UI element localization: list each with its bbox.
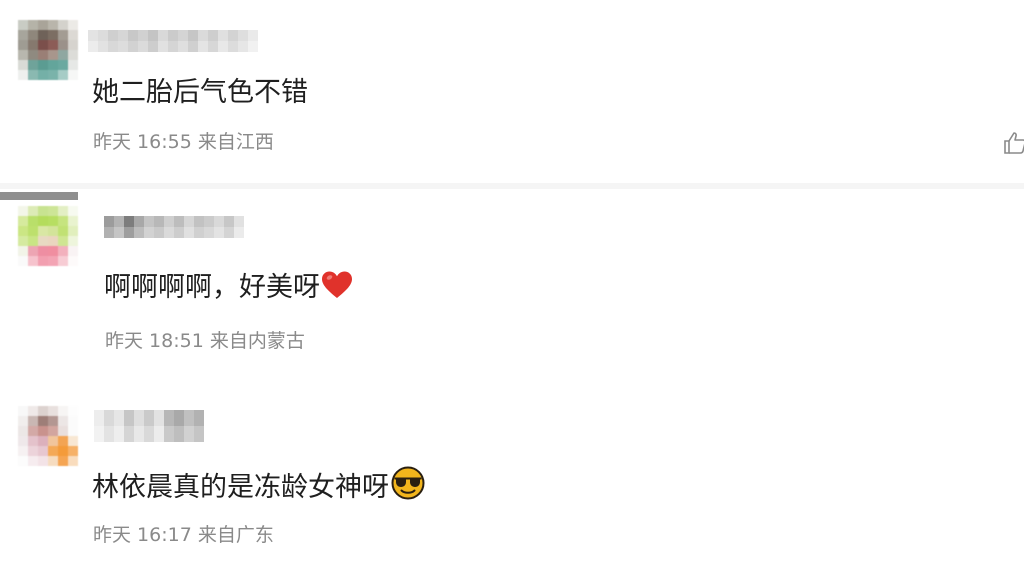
- comment-time: 昨天 16:17: [93, 524, 192, 546]
- comment-location: 来自内蒙古: [209, 330, 305, 352]
- comment-location: 来自江西: [197, 131, 274, 153]
- comment-location: 来自广东: [197, 524, 274, 546]
- comment-meta: 昨天 18:51 来自内蒙古: [105, 329, 305, 353]
- comment-text-content: 她二胎后气色不错: [92, 77, 308, 108]
- sunglasses-emoji: [390, 466, 426, 509]
- thumbs-up-icon[interactable]: [1002, 130, 1024, 156]
- avatar[interactable]: [18, 20, 78, 80]
- avatar[interactable]: [18, 206, 78, 266]
- comment-text: 她二胎后气色不错: [92, 76, 308, 110]
- comment-meta: 昨天 16:55 来自江西: [93, 130, 274, 154]
- avatar[interactable]: [18, 406, 84, 472]
- comment-time: 昨天 18:51: [105, 330, 204, 352]
- divider-indicator: [0, 192, 78, 200]
- comment-list: 她二胎后气色不错 昨天 16:55 来自江西 啊啊啊啊，好美呀 昨天 18:51…: [0, 0, 1024, 576]
- heart-emoji: [321, 270, 353, 309]
- comment-meta: 昨天 16:17 来自广东: [93, 523, 274, 547]
- comment-time: 昨天 16:55: [93, 131, 192, 153]
- section-divider: [0, 183, 1024, 189]
- comment-text: 林依晨真的是冻龄女神呀: [92, 466, 426, 509]
- comment-text-content: 啊啊啊啊，好美呀: [104, 272, 320, 303]
- username[interactable]: [88, 30, 258, 52]
- username[interactable]: [94, 410, 212, 442]
- username[interactable]: [104, 216, 250, 238]
- comment-text: 啊啊啊啊，好美呀: [104, 270, 353, 309]
- comment-text-content: 林依晨真的是冻龄女神呀: [92, 472, 389, 503]
